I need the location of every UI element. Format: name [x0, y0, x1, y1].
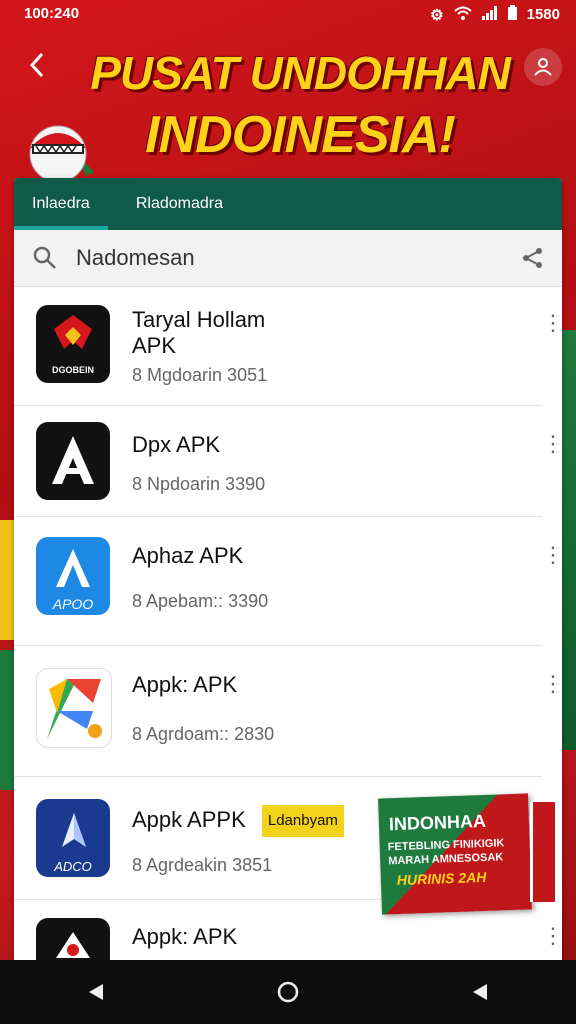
app-meta: 8 Mgdoarin 3051 [132, 365, 268, 385]
search-bar[interactable]: Nadomesan [14, 230, 562, 287]
promo-subtitle: FETEBLING FINIKIGIK MARAH AMNESOSAK [387, 837, 505, 868]
status-bar: 100:240 ⚙ 1580 [0, 0, 576, 30]
promo-banner[interactable]: INDONHAA FETEBLING FINIKIGIK MARAH AMNES… [378, 793, 556, 915]
nav-back-button[interactable] [81, 977, 111, 1007]
back-button[interactable] [26, 50, 56, 84]
tab-rladomadra[interactable]: Rladomadra [118, 178, 241, 230]
app-title: Aphaz APK [132, 543, 244, 568]
app-title: Appk: APK [132, 924, 238, 949]
list-item[interactable]: APOO Aphaz APK 8 Apebam:: 3390 ⋮ [14, 517, 562, 646]
app-title-line1: Taryal Hollam [132, 307, 266, 332]
app-title: Taryal Hollam APK [132, 307, 265, 359]
page-headline: PUSAT UNDOHHAN INDOINESIA! [90, 42, 511, 166]
brand-logo-icon: DGOBEIN [36, 305, 110, 383]
list-item[interactable]: Appk: APK 8 Agrdoam:: 2830 ⋮ [14, 646, 562, 777]
status-time: 100:240 [24, 5, 80, 22]
promo-tagline: HURINIS 2AH [396, 868, 487, 889]
app-meta: 8 Npdoarin 3390 [132, 474, 266, 494]
more-options-icon[interactable]: ⋮ [542, 544, 562, 566]
tab-bar: Inlaedra Rladomadra [14, 178, 562, 230]
app-title: Appk APPK Ldanbyam [132, 805, 344, 837]
colorful-a-icon [36, 668, 112, 748]
icon-label: DGOBEIN [52, 365, 94, 375]
triangle-back-icon [89, 984, 103, 1000]
promo-title: INDONHAA [388, 810, 487, 835]
signal-icon [481, 5, 498, 24]
more-options-icon[interactable]: ⋮ [542, 433, 562, 455]
letter-a-icon [36, 422, 110, 500]
icon-label: ADCO [53, 859, 92, 874]
search-icon [33, 246, 56, 269]
list-item[interactable]: DGOBEIN Taryal Hollam APK 8 Mgdoarin 305… [14, 287, 562, 406]
tab-label: Inlaedra [32, 195, 90, 212]
more-options-icon[interactable]: ⋮ [542, 925, 562, 947]
label-badge: Ldanbyam [261, 805, 344, 837]
battery-icon [507, 5, 517, 24]
headline-line1: PUSAT UNDOHHAN [90, 47, 511, 99]
battery-text: 1580 [526, 6, 560, 23]
app-title-text: Appk APPK [132, 806, 246, 832]
app-meta: 8 Apebam:: 3390 [132, 591, 269, 611]
share-icon[interactable] [522, 247, 544, 269]
mascot-icon [24, 114, 96, 186]
paper-icon: ADCO [36, 799, 110, 877]
letter-a-icon: APOO [36, 537, 110, 615]
chevron-left-icon [29, 52, 44, 78]
icon-label: APOO [52, 596, 94, 612]
navigation-bar [0, 960, 576, 1024]
profile-button[interactable] [524, 48, 562, 86]
nav-home-button[interactable] [273, 977, 303, 1007]
more-options-icon[interactable]: ⋮ [542, 312, 562, 334]
headline-line2: INDOINESIA! [145, 106, 456, 164]
list-item[interactable]: Dpx APK 8 Npdoarin 3390 ⋮ [14, 406, 562, 517]
promo-banner-body: INDONHAA FETEBLING FINIKIGIK MARAH AMNES… [378, 793, 532, 915]
wifi-icon [453, 6, 472, 24]
triangle-recents-icon [473, 984, 487, 1000]
tab-inlaedra[interactable]: Inlaedra [14, 178, 108, 230]
app-meta: 8 Agrdoam:: 2830 [132, 724, 275, 744]
app-title-line2: APK [132, 333, 177, 358]
circle-home-icon [277, 981, 299, 1003]
flag-icon [530, 802, 555, 902]
person-icon [534, 58, 552, 76]
app-meta: 8 Agrdeakin 3851 [132, 855, 273, 875]
app-title: Appk: APK [132, 672, 238, 697]
app-title: Dpx APK [132, 432, 221, 457]
search-input[interactable]: Nadomesan [76, 245, 522, 271]
settings-status-icon: ⚙ [430, 6, 444, 24]
nav-recents-button[interactable] [465, 977, 495, 1007]
more-options-icon[interactable]: ⋮ [542, 673, 562, 695]
tab-label: Rladomadra [135, 195, 223, 212]
